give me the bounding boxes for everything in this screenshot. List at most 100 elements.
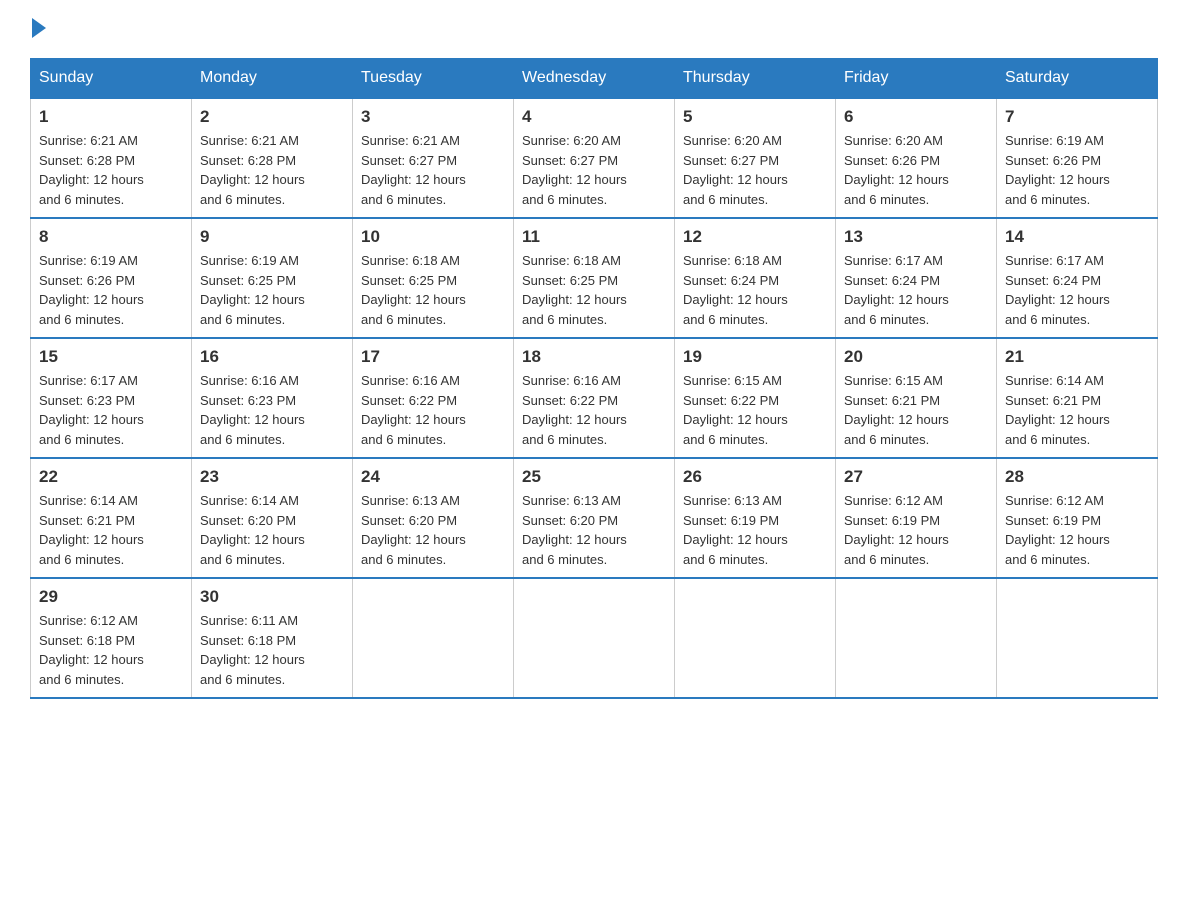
day-number: 13 bbox=[844, 227, 988, 247]
day-info: Sunrise: 6:19 AM Sunset: 6:26 PM Dayligh… bbox=[1005, 131, 1149, 209]
day-number: 18 bbox=[522, 347, 666, 367]
day-info: Sunrise: 6:12 AM Sunset: 6:19 PM Dayligh… bbox=[844, 491, 988, 569]
calendar-cell: 30 Sunrise: 6:11 AM Sunset: 6:18 PM Dayl… bbox=[192, 578, 353, 698]
calendar-cell bbox=[836, 578, 997, 698]
day-info: Sunrise: 6:20 AM Sunset: 6:26 PM Dayligh… bbox=[844, 131, 988, 209]
day-number: 5 bbox=[683, 107, 827, 127]
day-info: Sunrise: 6:16 AM Sunset: 6:22 PM Dayligh… bbox=[522, 371, 666, 449]
day-info: Sunrise: 6:20 AM Sunset: 6:27 PM Dayligh… bbox=[683, 131, 827, 209]
column-header-sunday: Sunday bbox=[31, 59, 192, 99]
day-info: Sunrise: 6:13 AM Sunset: 6:20 PM Dayligh… bbox=[522, 491, 666, 569]
calendar-cell bbox=[675, 578, 836, 698]
day-info: Sunrise: 6:13 AM Sunset: 6:19 PM Dayligh… bbox=[683, 491, 827, 569]
column-header-wednesday: Wednesday bbox=[514, 59, 675, 99]
day-number: 19 bbox=[683, 347, 827, 367]
day-info: Sunrise: 6:19 AM Sunset: 6:26 PM Dayligh… bbox=[39, 251, 183, 329]
week-row-5: 29 Sunrise: 6:12 AM Sunset: 6:18 PM Dayl… bbox=[31, 578, 1158, 698]
day-info: Sunrise: 6:12 AM Sunset: 6:18 PM Dayligh… bbox=[39, 611, 183, 689]
day-info: Sunrise: 6:21 AM Sunset: 6:28 PM Dayligh… bbox=[200, 131, 344, 209]
calendar-cell: 18 Sunrise: 6:16 AM Sunset: 6:22 PM Dayl… bbox=[514, 338, 675, 458]
day-number: 23 bbox=[200, 467, 344, 487]
calendar-table: SundayMondayTuesdayWednesdayThursdayFrid… bbox=[30, 58, 1158, 699]
day-number: 6 bbox=[844, 107, 988, 127]
day-info: Sunrise: 6:17 AM Sunset: 6:24 PM Dayligh… bbox=[1005, 251, 1149, 329]
day-number: 15 bbox=[39, 347, 183, 367]
page-header bbox=[30, 20, 1158, 38]
calendar-cell: 4 Sunrise: 6:20 AM Sunset: 6:27 PM Dayli… bbox=[514, 98, 675, 218]
day-info: Sunrise: 6:17 AM Sunset: 6:24 PM Dayligh… bbox=[844, 251, 988, 329]
calendar-cell: 15 Sunrise: 6:17 AM Sunset: 6:23 PM Dayl… bbox=[31, 338, 192, 458]
header-row: SundayMondayTuesdayWednesdayThursdayFrid… bbox=[31, 59, 1158, 99]
day-info: Sunrise: 6:18 AM Sunset: 6:25 PM Dayligh… bbox=[522, 251, 666, 329]
day-info: Sunrise: 6:16 AM Sunset: 6:22 PM Dayligh… bbox=[361, 371, 505, 449]
day-number: 22 bbox=[39, 467, 183, 487]
day-info: Sunrise: 6:18 AM Sunset: 6:24 PM Dayligh… bbox=[683, 251, 827, 329]
calendar-cell: 13 Sunrise: 6:17 AM Sunset: 6:24 PM Dayl… bbox=[836, 218, 997, 338]
column-header-monday: Monday bbox=[192, 59, 353, 99]
day-number: 12 bbox=[683, 227, 827, 247]
day-number: 14 bbox=[1005, 227, 1149, 247]
day-info: Sunrise: 6:14 AM Sunset: 6:21 PM Dayligh… bbox=[1005, 371, 1149, 449]
day-number: 10 bbox=[361, 227, 505, 247]
calendar-cell: 16 Sunrise: 6:16 AM Sunset: 6:23 PM Dayl… bbox=[192, 338, 353, 458]
day-number: 8 bbox=[39, 227, 183, 247]
calendar-cell: 9 Sunrise: 6:19 AM Sunset: 6:25 PM Dayli… bbox=[192, 218, 353, 338]
week-row-2: 8 Sunrise: 6:19 AM Sunset: 6:26 PM Dayli… bbox=[31, 218, 1158, 338]
day-info: Sunrise: 6:18 AM Sunset: 6:25 PM Dayligh… bbox=[361, 251, 505, 329]
calendar-cell: 5 Sunrise: 6:20 AM Sunset: 6:27 PM Dayli… bbox=[675, 98, 836, 218]
day-number: 26 bbox=[683, 467, 827, 487]
calendar-cell: 11 Sunrise: 6:18 AM Sunset: 6:25 PM Dayl… bbox=[514, 218, 675, 338]
day-number: 2 bbox=[200, 107, 344, 127]
day-number: 9 bbox=[200, 227, 344, 247]
calendar-cell: 24 Sunrise: 6:13 AM Sunset: 6:20 PM Dayl… bbox=[353, 458, 514, 578]
day-info: Sunrise: 6:19 AM Sunset: 6:25 PM Dayligh… bbox=[200, 251, 344, 329]
calendar-cell: 22 Sunrise: 6:14 AM Sunset: 6:21 PM Dayl… bbox=[31, 458, 192, 578]
day-number: 20 bbox=[844, 347, 988, 367]
calendar-cell: 21 Sunrise: 6:14 AM Sunset: 6:21 PM Dayl… bbox=[997, 338, 1158, 458]
calendar-cell: 7 Sunrise: 6:19 AM Sunset: 6:26 PM Dayli… bbox=[997, 98, 1158, 218]
week-row-1: 1 Sunrise: 6:21 AM Sunset: 6:28 PM Dayli… bbox=[31, 98, 1158, 218]
calendar-cell: 8 Sunrise: 6:19 AM Sunset: 6:26 PM Dayli… bbox=[31, 218, 192, 338]
logo-arrow-icon bbox=[32, 18, 46, 38]
calendar-cell: 3 Sunrise: 6:21 AM Sunset: 6:27 PM Dayli… bbox=[353, 98, 514, 218]
calendar-cell: 2 Sunrise: 6:21 AM Sunset: 6:28 PM Dayli… bbox=[192, 98, 353, 218]
calendar-cell: 23 Sunrise: 6:14 AM Sunset: 6:20 PM Dayl… bbox=[192, 458, 353, 578]
day-info: Sunrise: 6:11 AM Sunset: 6:18 PM Dayligh… bbox=[200, 611, 344, 689]
day-info: Sunrise: 6:15 AM Sunset: 6:21 PM Dayligh… bbox=[844, 371, 988, 449]
calendar-cell: 12 Sunrise: 6:18 AM Sunset: 6:24 PM Dayl… bbox=[675, 218, 836, 338]
calendar-cell bbox=[514, 578, 675, 698]
day-info: Sunrise: 6:14 AM Sunset: 6:20 PM Dayligh… bbox=[200, 491, 344, 569]
calendar-cell: 26 Sunrise: 6:13 AM Sunset: 6:19 PM Dayl… bbox=[675, 458, 836, 578]
day-number: 16 bbox=[200, 347, 344, 367]
calendar-cell: 28 Sunrise: 6:12 AM Sunset: 6:19 PM Dayl… bbox=[997, 458, 1158, 578]
day-info: Sunrise: 6:16 AM Sunset: 6:23 PM Dayligh… bbox=[200, 371, 344, 449]
column-header-tuesday: Tuesday bbox=[353, 59, 514, 99]
calendar-cell bbox=[353, 578, 514, 698]
day-info: Sunrise: 6:20 AM Sunset: 6:27 PM Dayligh… bbox=[522, 131, 666, 209]
calendar-cell: 17 Sunrise: 6:16 AM Sunset: 6:22 PM Dayl… bbox=[353, 338, 514, 458]
day-number: 27 bbox=[844, 467, 988, 487]
day-info: Sunrise: 6:17 AM Sunset: 6:23 PM Dayligh… bbox=[39, 371, 183, 449]
column-header-friday: Friday bbox=[836, 59, 997, 99]
day-number: 11 bbox=[522, 227, 666, 247]
day-number: 29 bbox=[39, 587, 183, 607]
day-info: Sunrise: 6:21 AM Sunset: 6:27 PM Dayligh… bbox=[361, 131, 505, 209]
calendar-cell: 19 Sunrise: 6:15 AM Sunset: 6:22 PM Dayl… bbox=[675, 338, 836, 458]
week-row-4: 22 Sunrise: 6:14 AM Sunset: 6:21 PM Dayl… bbox=[31, 458, 1158, 578]
day-info: Sunrise: 6:13 AM Sunset: 6:20 PM Dayligh… bbox=[361, 491, 505, 569]
day-number: 25 bbox=[522, 467, 666, 487]
calendar-cell: 27 Sunrise: 6:12 AM Sunset: 6:19 PM Dayl… bbox=[836, 458, 997, 578]
calendar-cell: 10 Sunrise: 6:18 AM Sunset: 6:25 PM Dayl… bbox=[353, 218, 514, 338]
day-info: Sunrise: 6:12 AM Sunset: 6:19 PM Dayligh… bbox=[1005, 491, 1149, 569]
day-number: 21 bbox=[1005, 347, 1149, 367]
column-header-thursday: Thursday bbox=[675, 59, 836, 99]
logo bbox=[30, 20, 46, 38]
logo-combined bbox=[30, 20, 46, 38]
day-number: 17 bbox=[361, 347, 505, 367]
day-info: Sunrise: 6:21 AM Sunset: 6:28 PM Dayligh… bbox=[39, 131, 183, 209]
calendar-cell bbox=[997, 578, 1158, 698]
day-number: 1 bbox=[39, 107, 183, 127]
day-number: 3 bbox=[361, 107, 505, 127]
calendar-cell: 29 Sunrise: 6:12 AM Sunset: 6:18 PM Dayl… bbox=[31, 578, 192, 698]
day-number: 24 bbox=[361, 467, 505, 487]
